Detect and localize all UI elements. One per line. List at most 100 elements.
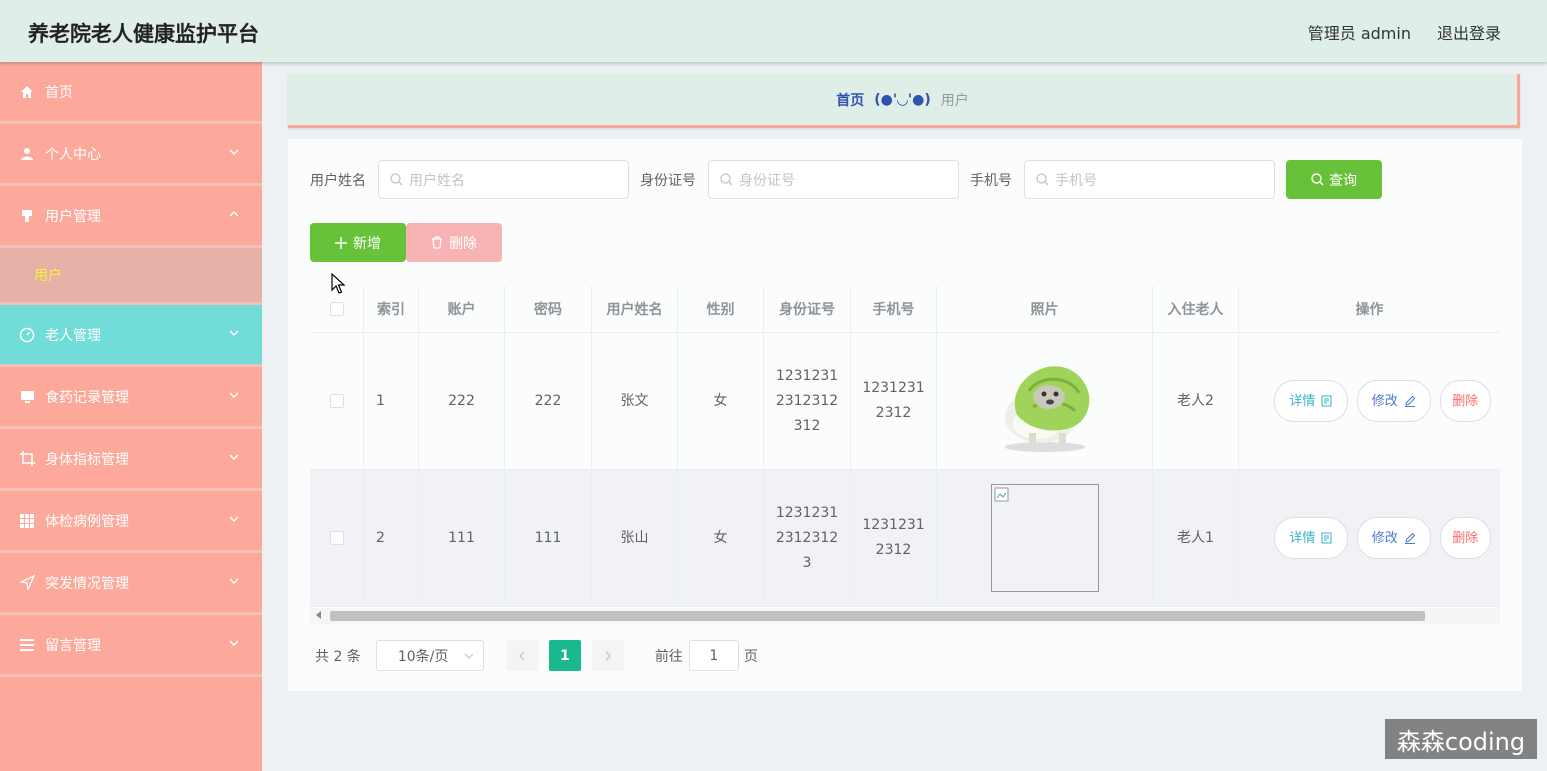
id-line: 3: [802, 554, 812, 571]
cell-password: 111: [505, 470, 592, 606]
search-icon: [390, 173, 403, 186]
sidebar-item-personal-center[interactable]: 个人中心: [0, 124, 262, 186]
header-password: 密码: [505, 286, 592, 332]
detail-label: 详情: [1289, 393, 1316, 409]
header-account: 账户: [419, 286, 505, 332]
total-count: 共 2 条: [315, 648, 361, 665]
sidebar-item-label: 突发情况管理: [45, 575, 129, 592]
cell-index: 1: [364, 333, 419, 469]
sidebar-item-elder-management[interactable]: 老人管理: [0, 305, 262, 367]
chevron-down-icon: [229, 516, 239, 522]
chevron-down-icon: [229, 330, 239, 336]
header-elder: 入住老人: [1153, 286, 1239, 332]
prev-page-button[interactable]: [505, 640, 538, 671]
sidebar-item-label: 身体指标管理: [45, 451, 129, 468]
row-checkbox[interactable]: [329, 394, 344, 408]
sidebar-item-body-index[interactable]: 身体指标管理: [0, 429, 262, 491]
cell-gender: 女: [678, 470, 764, 606]
phone-line: 2312: [875, 542, 912, 558]
sidebar-item-checkup-records[interactable]: 体检病例管理: [0, 491, 262, 553]
crop-icon: [18, 450, 36, 468]
id-line: 2312312: [775, 392, 839, 409]
breadcrumb-separator: (●'◡'●): [874, 91, 931, 108]
dashboard-icon: [18, 326, 36, 344]
page-size-select[interactable]: 10条/页: [375, 640, 484, 671]
user-photo[interactable]: [989, 345, 1101, 457]
add-button[interactable]: 新增: [310, 223, 406, 262]
usermanage-icon: [18, 207, 36, 225]
sidebar-item-meal-medicine[interactable]: 食药记录管理: [0, 367, 262, 429]
send-icon: [18, 574, 36, 592]
scroll-left-arrow-icon[interactable]: [316, 611, 321, 619]
cell-elder: 老人1: [1153, 470, 1239, 606]
id-search-input[interactable]: 身份证号: [708, 160, 959, 199]
id-line: 312: [793, 417, 821, 434]
cell-name: 张山: [592, 470, 678, 606]
sidebar-item-label: 个人中心: [45, 146, 101, 163]
page-number-current[interactable]: 1: [548, 640, 581, 671]
page-suffix: 页: [743, 648, 758, 665]
user-table: 索引 账户 密码 用户姓名 性别 身份证号 手机号 照片 入住老人 操作 1 2…: [310, 286, 1500, 607]
trash-icon: [432, 236, 442, 249]
header-name: 用户姓名: [592, 286, 678, 332]
search-icon: [1311, 173, 1324, 186]
scrollbar-thumb[interactable]: [330, 611, 1425, 621]
goto-label: 前往: [654, 648, 683, 665]
search-icon: [720, 173, 733, 186]
detail-label: 详情: [1289, 530, 1316, 546]
name-label: 用户姓名: [310, 172, 366, 189]
detail-button[interactable]: 详情: [1274, 380, 1348, 422]
header-operations: 操作: [1355, 302, 1384, 318]
id-line: 1231231: [775, 504, 839, 521]
chevron-down-icon: [229, 392, 239, 398]
horizontal-scrollbar[interactable]: [310, 608, 1500, 624]
query-button[interactable]: 查询: [1286, 160, 1382, 199]
name-placeholder: 用户姓名: [409, 172, 465, 189]
broken-image-placeholder[interactable]: [990, 484, 1099, 592]
phone-search-input[interactable]: 手机号: [1024, 160, 1275, 199]
edit-label: 修改: [1371, 393, 1398, 409]
delete-label: 删除: [1452, 530, 1479, 546]
detail-button[interactable]: 详情: [1274, 517, 1348, 559]
add-button-label: 新增: [353, 235, 381, 252]
search-bar: 用户姓名 用户姓名 身份证号 身份证号 手机号 手机号 查询: [310, 160, 1382, 199]
top-right-area: 管理员 admin 退出登录: [1308, 20, 1501, 44]
id-line: 1231231: [775, 367, 839, 384]
phone-line: 1231231: [862, 517, 925, 533]
select-all-checkbox[interactable]: [329, 302, 344, 316]
sidebar-item-home[interactable]: 首页: [0, 62, 262, 124]
header-id-number: 身份证号: [764, 286, 851, 332]
sidebar-item-label: 留言管理: [45, 637, 101, 654]
page-size-value: 10条/页: [397, 648, 449, 665]
phone-placeholder: 手机号: [1055, 172, 1097, 189]
list-icon: [18, 636, 36, 654]
logout-link[interactable]: 退出登录: [1437, 20, 1501, 44]
row-checkbox[interactable]: [329, 531, 344, 545]
app-title: 养老院老人健康监护平台: [28, 22, 259, 46]
edit-button[interactable]: 修改: [1356, 517, 1431, 559]
delete-button[interactable]: 删除: [1439, 517, 1492, 559]
cell-gender: 女: [678, 333, 764, 469]
cell-account: 222: [419, 333, 505, 469]
row-select-cell: [310, 470, 364, 606]
next-page-button[interactable]: [591, 640, 624, 671]
sidebar-item-user-management[interactable]: 用户管理: [0, 186, 262, 248]
goto-page-input[interactable]: 1: [688, 640, 739, 671]
batch-delete-button[interactable]: 删除: [406, 223, 502, 262]
current-user: 管理员 admin: [1307, 24, 1411, 43]
delete-button[interactable]: 删除: [1439, 380, 1492, 422]
edit-button[interactable]: 修改: [1356, 380, 1431, 422]
cell-operations: 详情 修改 删除: [1239, 470, 1500, 606]
header-phone: 手机号: [851, 286, 937, 332]
sidebar-item-emergency[interactable]: 突发情况管理: [0, 553, 262, 615]
search-icon: [1036, 173, 1049, 186]
breadcrumb-home[interactable]: 首页: [836, 90, 864, 110]
sidebar-item-messages[interactable]: 留言管理: [0, 615, 262, 677]
name-search-input[interactable]: 用户姓名: [378, 160, 629, 199]
sidebar-subitem-user[interactable]: 用户: [0, 248, 262, 305]
edit-label: 修改: [1371, 530, 1398, 546]
breadcrumb: 首页 (●'◡'●) 用户: [288, 74, 1520, 128]
id-placeholder: 身份证号: [739, 172, 795, 189]
chevron-down-icon: [229, 578, 239, 584]
action-buttons: 新增 删除: [310, 223, 502, 262]
